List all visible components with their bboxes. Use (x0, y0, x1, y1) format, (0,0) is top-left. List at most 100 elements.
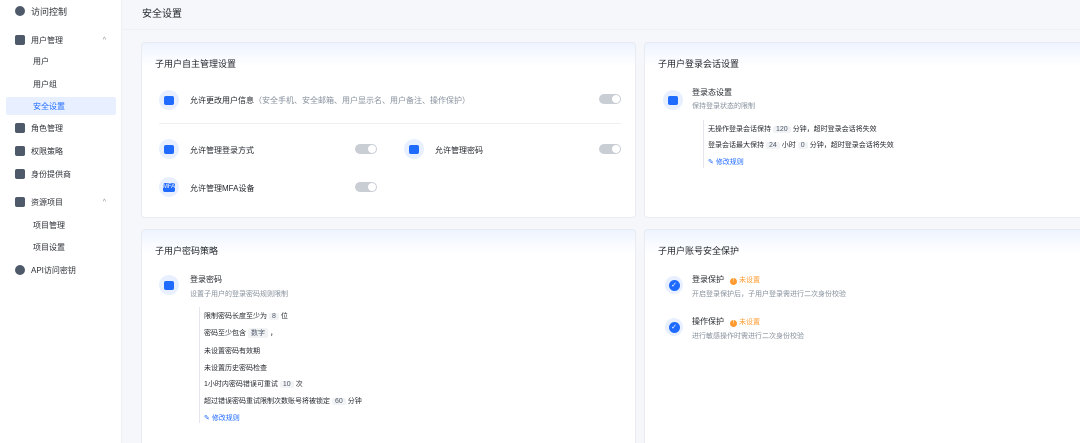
chevron-up-icon: ^ (102, 198, 106, 206)
folder-icon (15, 197, 25, 207)
user-mgmt-icon (15, 35, 25, 45)
policy-icon (15, 146, 25, 156)
sidebar-item-label: API访问密钥 (31, 265, 76, 275)
sidebar: 访问控制 用户管理 ^ 用户 用户组 安全设置 角色管理 权限策略 身份提供商 … (0, 0, 122, 443)
session-rule-1: 无操作登录会话保持 120 分钟，超时登录会话将失效 (708, 124, 877, 134)
access-control-icon (15, 6, 25, 16)
edit-info-label: 允许更改用户信息 (190, 96, 254, 105)
sidebar-group-resource-projects[interactable]: 资源项目 ^ (0, 193, 122, 211)
sidebar-item-label: 访问控制 (31, 6, 68, 17)
sidebar-item-label: 身份提供商 (31, 169, 71, 179)
header-divider (122, 29, 1080, 30)
session-rule-2: 登录会话最大保持 24 小时 0 分钟，超时登录会话将失效 (708, 140, 894, 150)
rule-box-line (199, 307, 200, 423)
chat-icon (663, 90, 683, 110)
sidebar-item-label: 项目管理 (33, 220, 65, 230)
max-hours-value: 24 (766, 142, 780, 149)
op-protect-desc: 进行敏感操作时需进行二次身份校验 (692, 333, 804, 340)
rule-text: 1小时内密码错误可重试 (204, 381, 278, 388)
sidebar-item-label: 角色管理 (31, 123, 63, 133)
sidebar-item-idp[interactable]: 身份提供商 (0, 165, 122, 183)
edit-icon: ✎ (708, 159, 716, 166)
rule-text: 登录会话最大保持 (708, 142, 764, 149)
pwd-rule-min-length: 限制密码长度至少为 8 位 (204, 311, 288, 321)
retry-value: 10 (279, 381, 294, 388)
rule-text: ， (270, 330, 277, 337)
sidebar-item-label: 项目设置 (33, 242, 65, 252)
rule-text: 分钟，超时登录会话将失效 (809, 142, 894, 149)
sidebar-item-user-groups[interactable]: 用户组 (0, 75, 122, 93)
password-policy-card: 子用户密码策略 登录密码 设置子用户的登录密码规则限制 限制密码长度至少为 8 位 … (141, 229, 636, 443)
edit-pwd-rule-link[interactable]: ✎ 修改规则 (204, 413, 240, 423)
op-protect-label: 操作保护 (692, 317, 724, 326)
sidebar-item-label: 权限策略 (31, 146, 63, 156)
sidebar-item-api-keys[interactable]: API访问密钥 (0, 261, 122, 279)
pwd-desc: 设置子用户的登录密码规则限制 (190, 291, 288, 298)
card-title: 子用户登录会话设置 (658, 59, 740, 69)
sidebar-item-label: 用户组 (33, 79, 57, 89)
lock-icon (159, 275, 179, 295)
rule-text: 限制密码长度至少为 (204, 313, 267, 320)
rule-text: 次 (295, 381, 303, 388)
contain-value: 数字 (248, 328, 268, 338)
sidebar-item-label: 资源项目 (31, 197, 63, 207)
rule-text: 超过错误密码重试限制次数账号将被锁定 (204, 398, 330, 405)
login-method-toggle[interactable] (355, 144, 377, 154)
session-desc: 保持登录状态的限制 (692, 103, 755, 110)
rule-text: 小时 (781, 142, 796, 149)
rule-text: 密码至少包含 (204, 330, 246, 337)
sidebar-item-project-settings[interactable]: 项目设置 (0, 238, 122, 256)
edit-icon: ✎ (204, 415, 212, 422)
setting-label: 允许更改用户信息（安全手机、安全邮箱、用户显示名、用户备注、操作保护） (190, 95, 470, 106)
sidebar-item-security-settings[interactable]: 安全设置 (6, 97, 116, 115)
sidebar-item-label: 用户管理 (31, 35, 63, 45)
session-card: 子用户登录会话设置 登录态设置 保持登录状态的限制 无操作登录会话保持 120 分钟… (644, 42, 1080, 218)
max-minutes-value: 0 (797, 142, 808, 149)
sidebar-item-project-mgmt[interactable]: 项目管理 (0, 216, 122, 234)
sidebar-item-role-mgmt[interactable]: 角色管理 (0, 119, 122, 137)
login-method-label: 允许管理登录方式 (190, 146, 254, 155)
login-protect-label: 登录保护 (692, 275, 724, 284)
pwd-rule-retry: 1小时内密码错误可重试 10 次 (204, 379, 303, 389)
password-icon (404, 139, 424, 159)
status-badge: 未设置 (739, 319, 760, 326)
session-name: 登录态设置 (692, 88, 732, 97)
rule-box-line (703, 120, 704, 168)
login-method-icon (159, 139, 179, 159)
card-title: 子用户账号安全保护 (658, 246, 740, 256)
op-protect-row: 操作保护! 未设置 (692, 316, 760, 327)
shield-check-icon: ✓ (665, 318, 683, 336)
card-title: 子用户密码策略 (155, 246, 219, 256)
sidebar-item-users[interactable]: 用户 (0, 52, 122, 70)
pwd-name: 登录密码 (190, 275, 222, 284)
link-label: 修改规则 (211, 415, 240, 422)
edit-session-rule-link[interactable]: ✎ 修改规则 (708, 157, 744, 167)
rule-text: 分钟，超时登录会话将失效 (792, 126, 877, 133)
password-toggle[interactable] (599, 144, 621, 154)
warning-icon: ! (730, 278, 737, 285)
account-protection-card: 子用户账号安全保护 ✓ 登录保护! 未设置 开启登录保护后，子用户登录需进行二次身… (644, 229, 1080, 443)
page-title: 安全设置 (142, 9, 182, 20)
sidebar-item-policies[interactable]: 权限策略 (0, 142, 122, 160)
edit-info-toggle[interactable] (599, 94, 621, 104)
status-badge: 未设置 (739, 277, 760, 284)
sidebar-item-label: 安全设置 (33, 101, 65, 111)
mfa-label: 允许管理MFA设备 (190, 184, 255, 193)
mfa-icon-text: MFA (162, 182, 176, 192)
sidebar-item-access-control[interactable]: 访问控制 (0, 2, 122, 20)
sidebar-group-user-mgmt[interactable]: 用户管理 ^ (0, 31, 122, 49)
link-label: 修改规则 (715, 159, 744, 166)
pwd-rule-lock: 超过错误密码重试限制次数账号将被锁定 60 分钟 (204, 396, 362, 406)
mfa-icon: MFA (159, 177, 179, 197)
password-label: 允许管理密码 (435, 146, 483, 155)
idle-minutes-value: 120 (773, 126, 791, 133)
chevron-up-icon: ^ (102, 36, 106, 44)
identity-provider-icon (15, 169, 25, 179)
warning-icon: ! (730, 320, 737, 327)
card-title: 子用户自主管理设置 (155, 59, 237, 69)
login-protect-desc: 开启登录保护后，子用户登录需进行二次身份校验 (692, 291, 846, 298)
rule-text: 分钟 (347, 398, 362, 405)
mfa-toggle[interactable] (355, 182, 377, 192)
sidebar-item-label: 用户 (33, 56, 49, 66)
rule-text: 无操作登录会话保持 (708, 126, 771, 133)
